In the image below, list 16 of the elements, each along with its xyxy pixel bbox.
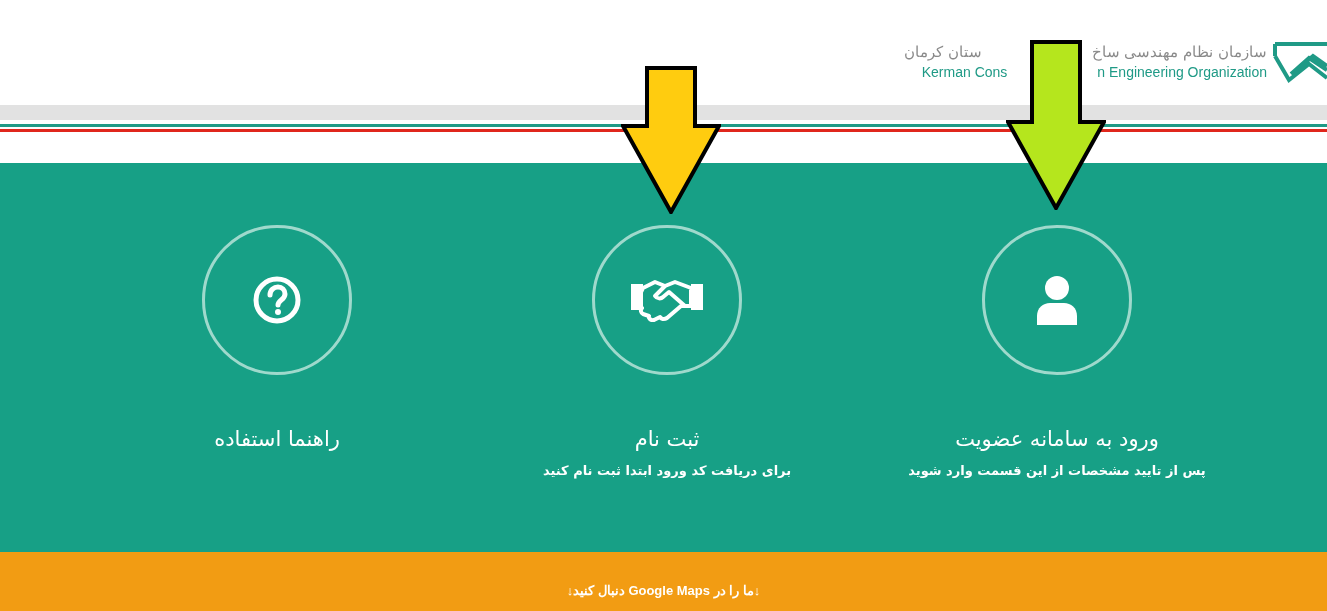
footer-link[interactable]: ↓ما را در Google Maps دنبال کنید↓: [566, 583, 761, 598]
card-title[interactable]: راهنما استفاده: [214, 425, 340, 453]
card-subtitle: برای دریافت کد ورود ابتدا ثبت نام کنید: [542, 463, 792, 478]
icon-circle[interactable]: [592, 225, 742, 375]
user-icon: [1036, 275, 1078, 325]
logo-title: ستان کرمان: [903, 42, 982, 63]
help-icon: [253, 276, 301, 324]
card-title[interactable]: ثبت نام: [634, 425, 700, 453]
icon-circle[interactable]: [982, 225, 1132, 375]
handshake-icon: [631, 278, 703, 322]
logo-title: سازمان نظام مهندسی ساخ: [1091, 42, 1267, 63]
icon-circle[interactable]: [202, 225, 352, 375]
logo-subtitle: Kerman Cons: [921, 63, 1008, 81]
logo-subtitle: n Engineering Organization: [1097, 63, 1267, 81]
card-subtitle: پس از تایید مشخصات از این قسمت وارد شوید: [908, 463, 1206, 478]
card-title[interactable]: ورود به سامانه عضویت: [955, 425, 1159, 453]
